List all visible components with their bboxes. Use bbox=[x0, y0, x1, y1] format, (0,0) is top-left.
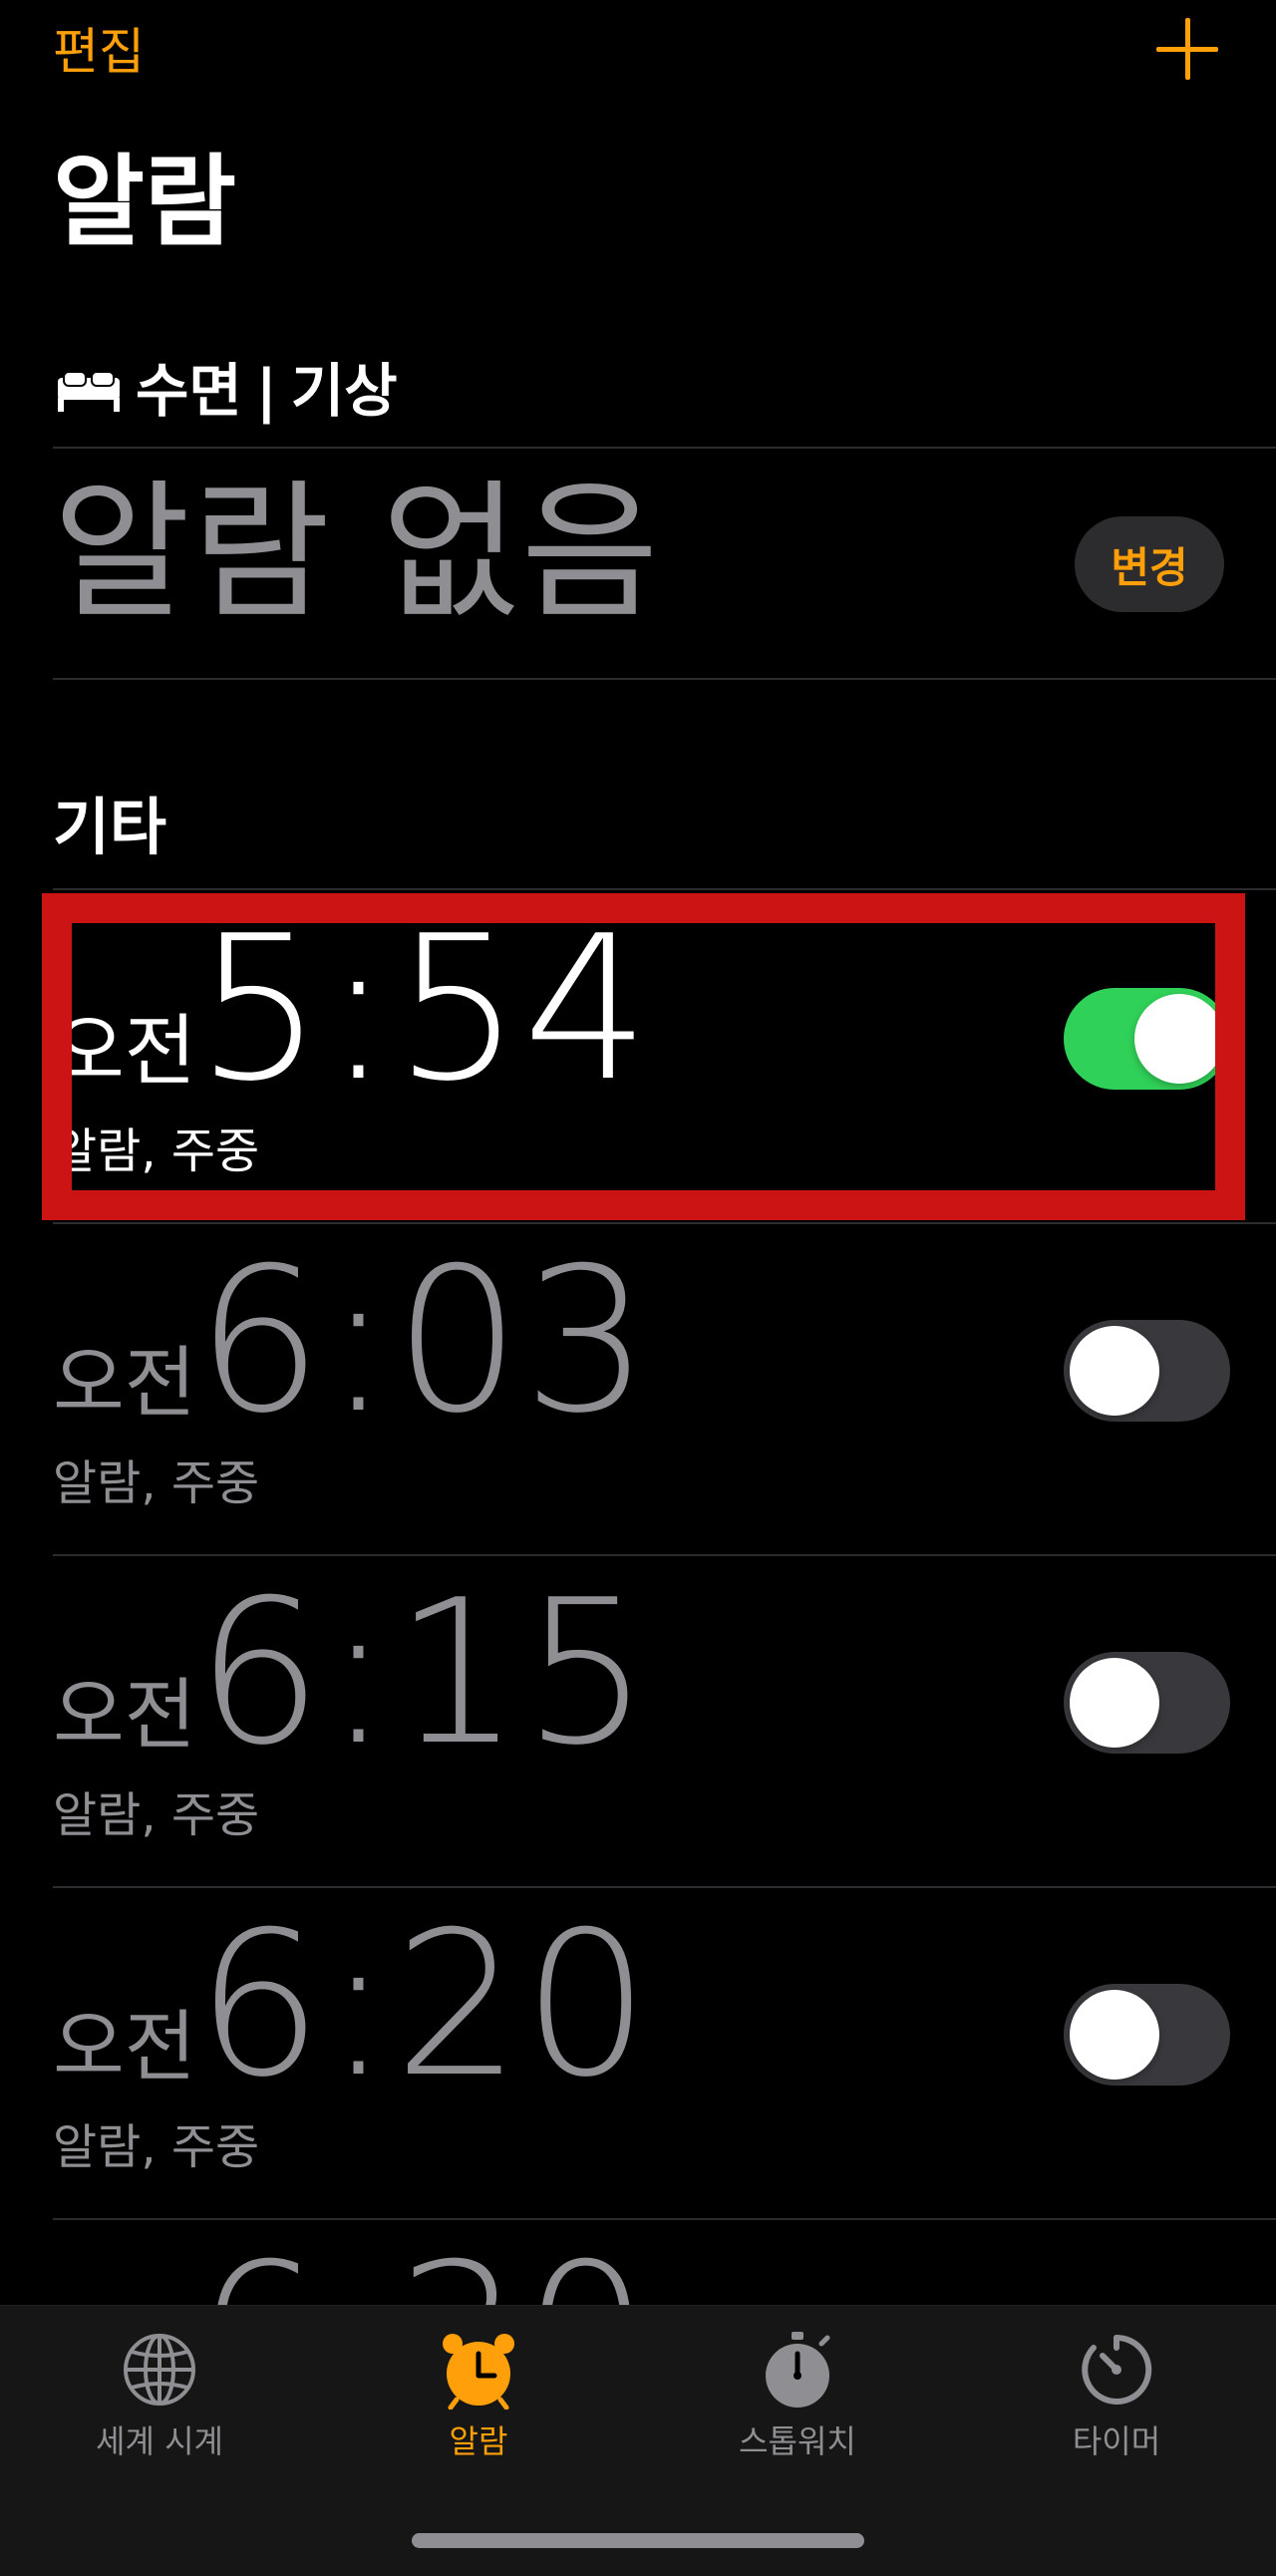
tab-alarm[interactable]: 알람 bbox=[319, 2330, 638, 2479]
alarm-clock-time: 6:15 bbox=[195, 1557, 652, 1789]
alarm-toggle[interactable] bbox=[1064, 988, 1230, 1090]
alarm-row[interactable]: 오전 6:03 알람, 주중 bbox=[0, 1222, 1276, 1554]
alarm-toggle[interactable] bbox=[1064, 1652, 1230, 1754]
divider bbox=[53, 447, 1276, 449]
alarm-ampm: 오전 bbox=[53, 2003, 196, 2093]
alarm-clock-icon bbox=[443, 2334, 514, 2410]
alarm-row[interactable]: 오전 5:54 알람, 주중 bbox=[0, 890, 1276, 1222]
sleep-wake-separator: | bbox=[255, 357, 277, 425]
tab-label: 타이머 bbox=[1072, 2422, 1161, 2460]
alarm-subtitle: 알람, 주중 bbox=[53, 1787, 260, 1843]
alarm-time: 오전 6:15 bbox=[53, 1574, 652, 1773]
section-title-other: 기타 bbox=[53, 791, 167, 863]
wake-label: 기상 bbox=[290, 357, 398, 425]
stopwatch-icon bbox=[766, 2332, 830, 2408]
page-title: 알람 bbox=[53, 144, 236, 260]
sleep-wake-header: 수면 | 기상 bbox=[56, 351, 398, 431]
edit-button[interactable]: 편집 bbox=[53, 22, 145, 82]
tab-label: 알람 bbox=[449, 2422, 508, 2460]
alarm-time: 오전 6:20 bbox=[53, 1906, 652, 2105]
alarm-subtitle: 알람, 주중 bbox=[53, 2119, 260, 2175]
no-alarm-text: 알람 없음 bbox=[53, 467, 661, 640]
navigation-bar: 편집 bbox=[0, 0, 1276, 110]
change-button[interactable]: 변경 bbox=[1075, 516, 1224, 612]
alarm-toggle[interactable] bbox=[1064, 1984, 1230, 2086]
alarm-subtitle: 알람, 주중 bbox=[53, 1124, 260, 1179]
alarm-row[interactable]: 오전 6:15 알람, 주중 bbox=[0, 1554, 1276, 1886]
globe-icon bbox=[124, 2334, 195, 2406]
sleep-label: 수면 bbox=[136, 357, 242, 425]
divider bbox=[53, 678, 1276, 680]
tab-label: 스톱워치 bbox=[739, 2422, 856, 2460]
tab-timer[interactable]: 타이머 bbox=[957, 2330, 1276, 2479]
toggle-knob bbox=[1070, 1658, 1159, 1748]
add-alarm-button[interactable] bbox=[1156, 18, 1218, 80]
toggle-knob bbox=[1134, 994, 1224, 1084]
alarm-time: 오전 5:54 bbox=[53, 910, 652, 1110]
bed-icon bbox=[58, 371, 120, 412]
alarm-row[interactable]: 오전 6:20 알람, 주중 bbox=[0, 1886, 1276, 2218]
alarm-time: 오전 6:03 bbox=[53, 1242, 652, 1442]
timer-icon bbox=[1082, 2334, 1152, 2405]
toggle-knob bbox=[1070, 1990, 1159, 2080]
alarm-ampm: 오전 bbox=[53, 1339, 196, 1429]
alarm-clock-time: 6:03 bbox=[195, 1225, 652, 1457]
alarm-subtitle: 알람, 주중 bbox=[53, 1455, 260, 1511]
alarm-ampm: 오전 bbox=[53, 1007, 196, 1097]
home-indicator bbox=[412, 2533, 864, 2548]
tab-label: 세계 시계 bbox=[96, 2422, 223, 2460]
toggle-knob bbox=[1070, 1326, 1159, 1416]
tab-world-clock[interactable]: 세계 시계 bbox=[0, 2330, 319, 2479]
alarm-toggle[interactable] bbox=[1064, 1320, 1230, 1422]
alarm-clock-time: 6:20 bbox=[195, 1889, 652, 2121]
alarm-clock-time: 5:54 bbox=[195, 893, 652, 1126]
alarm-ampm: 오전 bbox=[53, 1671, 196, 1761]
tab-stopwatch[interactable]: 스톱워치 bbox=[638, 2330, 957, 2479]
